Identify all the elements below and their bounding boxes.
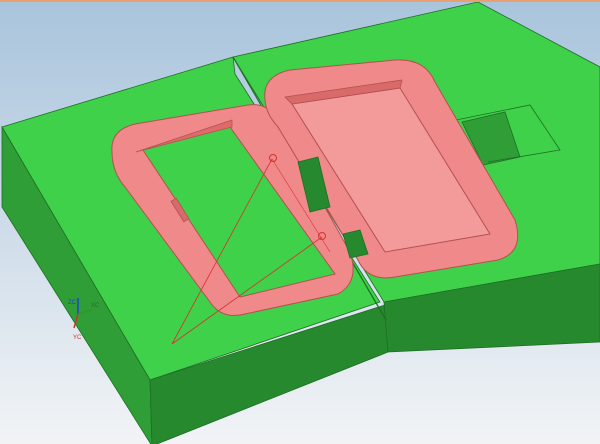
triad-y-label: YC [73,335,82,341]
triad-z-label: ZC [68,300,77,306]
model-view[interactable]: XC ZC YC [0,2,600,444]
triad-x-label: XC [91,303,100,309]
graphics-viewport[interactable]: XC ZC YC [0,0,600,444]
